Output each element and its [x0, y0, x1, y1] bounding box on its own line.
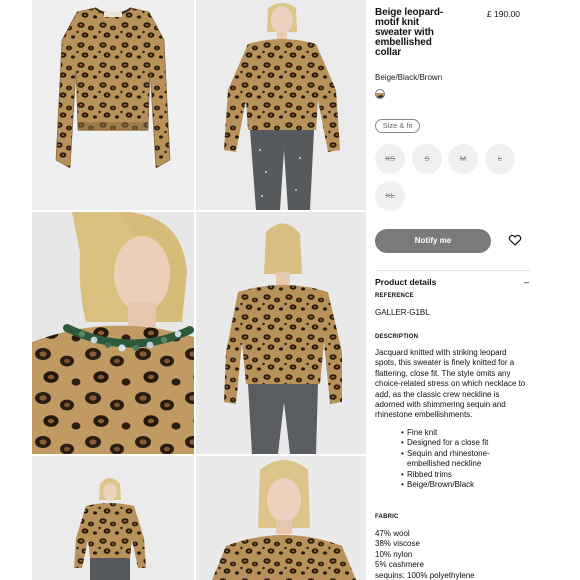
model-back-illustration — [224, 223, 342, 454]
heart-icon[interactable] — [508, 233, 522, 247]
wishlist-heart-glyph — [508, 234, 522, 246]
size-option-xl[interactable]: XL — [375, 181, 405, 211]
product-image-gallery — [32, 0, 366, 580]
description-text: Jacquard knitted with striking leopard s… — [375, 348, 526, 420]
collapse-icon[interactable]: – — [524, 277, 529, 287]
size-option-xs[interactable]: XS — [375, 144, 405, 174]
leopard-swatch-icon — [376, 93, 384, 98]
fabric-line: 5% cashmere — [375, 560, 424, 570]
feature-item: Ribbed trims — [401, 470, 521, 481]
product-image-model-portrait[interactable] — [196, 456, 366, 580]
collar-closeup-illustration — [32, 212, 194, 454]
product-price: £ 190.00 — [486, 9, 520, 19]
section-divider — [375, 270, 530, 271]
reference-label: REFERENCE — [375, 293, 414, 299]
notify-me-button[interactable]: Notify me — [375, 229, 491, 253]
model-standing-illustration — [74, 478, 146, 580]
product-image-model-back[interactable] — [196, 212, 366, 454]
product-details-heading[interactable]: Product details — [375, 277, 436, 287]
size-and-fit-button[interactable]: Size & fit — [375, 119, 420, 133]
feature-item: Fine knit — [401, 428, 521, 439]
product-image-flatlay[interactable] — [32, 0, 194, 210]
fabric-line: 10% nylon — [375, 549, 413, 559]
sweater-flatlay-illustration — [55, 7, 171, 169]
model-portrait-illustration — [212, 460, 356, 580]
product-image-collar-closeup[interactable] — [32, 212, 194, 454]
product-title: Beige leopard-motif knit sweater with em… — [375, 7, 444, 58]
fabric-label: FABRIC — [375, 514, 399, 520]
model-front-illustration — [224, 3, 340, 210]
feature-item: Designed for a close fit — [401, 438, 521, 449]
fabric-line: sequins: 100% polyethylene — [375, 570, 475, 580]
size-option-s[interactable]: S — [412, 144, 442, 174]
size-option-l[interactable]: L — [485, 144, 515, 174]
product-image-model-standing[interactable] — [32, 456, 194, 580]
description-label: DESCRIPTION — [375, 334, 419, 340]
feature-list: Fine knit Designed for a close fit Sequi… — [401, 428, 521, 491]
fabric-line: 38% viscose — [375, 539, 420, 549]
fabric-line: 47% wool — [375, 529, 410, 538]
feature-item: Beige/Brown/Black — [401, 480, 521, 491]
feature-item: Sequin and rhinestone-embellished neckli… — [401, 449, 521, 470]
fabric-composition: 47% wool 38% viscose 10% nylon 5% cashme… — [375, 529, 475, 580]
product-image-model-front[interactable] — [196, 0, 366, 210]
product-info-panel: Beige leopard-motif knit sweater with em… — [375, 0, 535, 580]
color-swatch[interactable] — [375, 89, 385, 99]
size-option-m[interactable]: M — [448, 144, 478, 174]
reference-value: GALLER-G1BL — [375, 308, 430, 317]
color-name: Beige/Black/Brown — [375, 73, 443, 82]
